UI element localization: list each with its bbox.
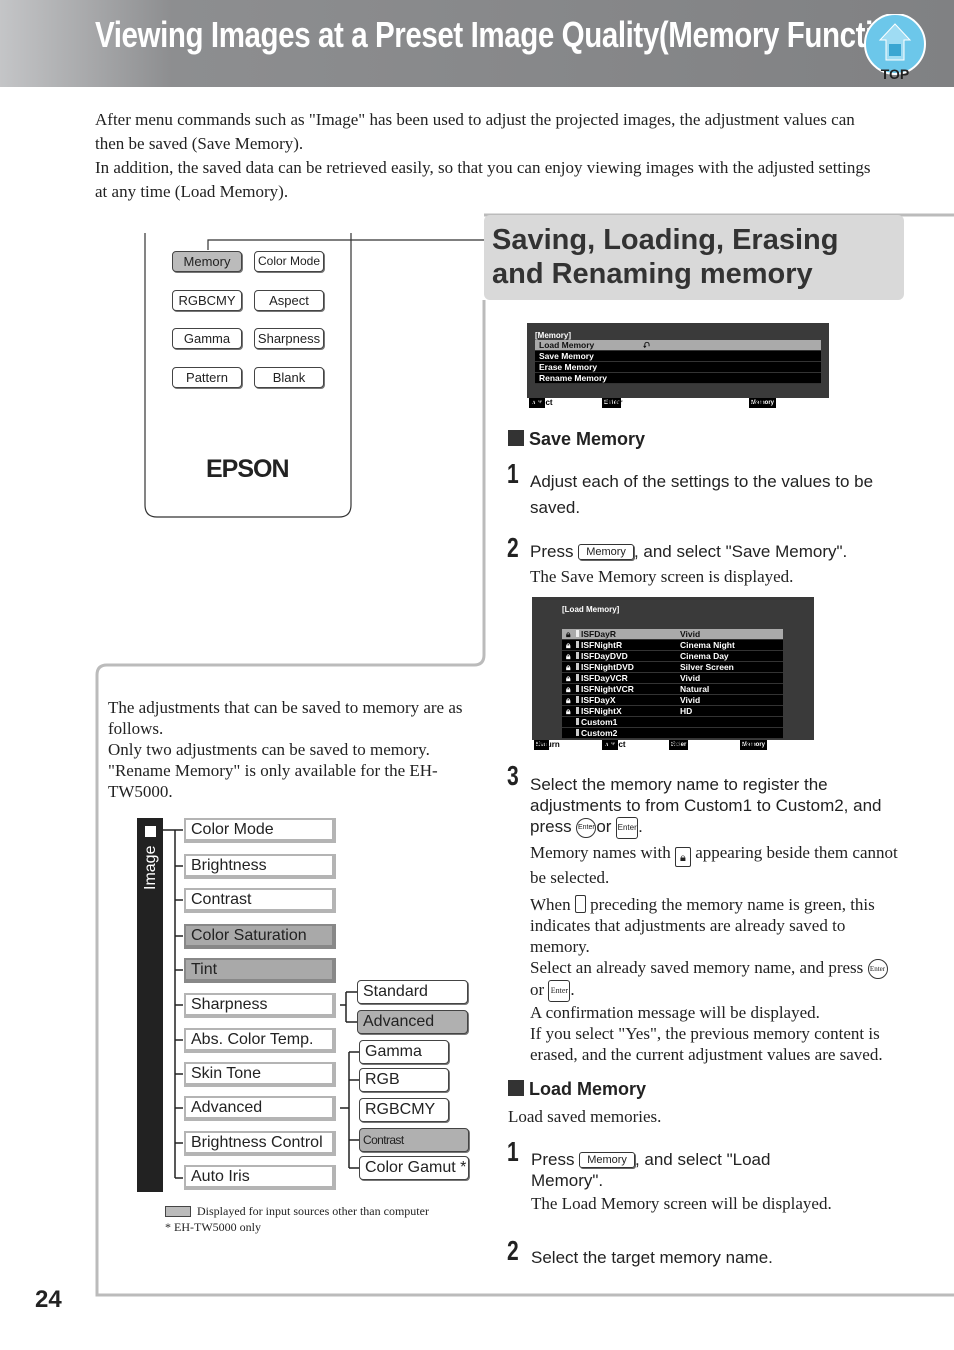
- advanced-subitem: Color Gamut *: [359, 1156, 469, 1180]
- tree-item: Tint: [183, 957, 337, 984]
- sharpness-subitem: Standard: [357, 980, 468, 1004]
- tree-item: Advanced: [183, 1095, 337, 1122]
- legend-gray-text: Displayed for input sources other than c…: [197, 1204, 429, 1218]
- sharpness-subitem: Advanced: [357, 1010, 468, 1034]
- advanced-subitem: RGB: [359, 1068, 449, 1092]
- gray-legend-swatch: [165, 1206, 191, 1217]
- legend-asterisk-text: * EH-TW5000 only: [165, 1220, 261, 1234]
- tree-item: Auto Iris: [183, 1164, 337, 1191]
- page-number: 24: [35, 1286, 62, 1313]
- advanced-subitem: RGBCMY: [359, 1098, 449, 1122]
- tree-item: Contrast: [183, 887, 337, 914]
- tree-item: Brightness: [183, 853, 337, 880]
- tree-item: Color Saturation: [183, 923, 337, 950]
- tree-item: Brightness Control: [183, 1130, 337, 1157]
- tree-item: Sharpness: [183, 992, 337, 1019]
- advanced-subitem: Gamma: [359, 1040, 449, 1064]
- tree-item: Color Mode: [183, 817, 337, 844]
- tree-connectors: [163, 829, 359, 1179]
- tree-item: Skin Tone: [183, 1061, 337, 1088]
- advanced-subitem: Contrast Enhancement *: [359, 1128, 469, 1169]
- tree-item: Abs. Color Temp.: [183, 1027, 337, 1054]
